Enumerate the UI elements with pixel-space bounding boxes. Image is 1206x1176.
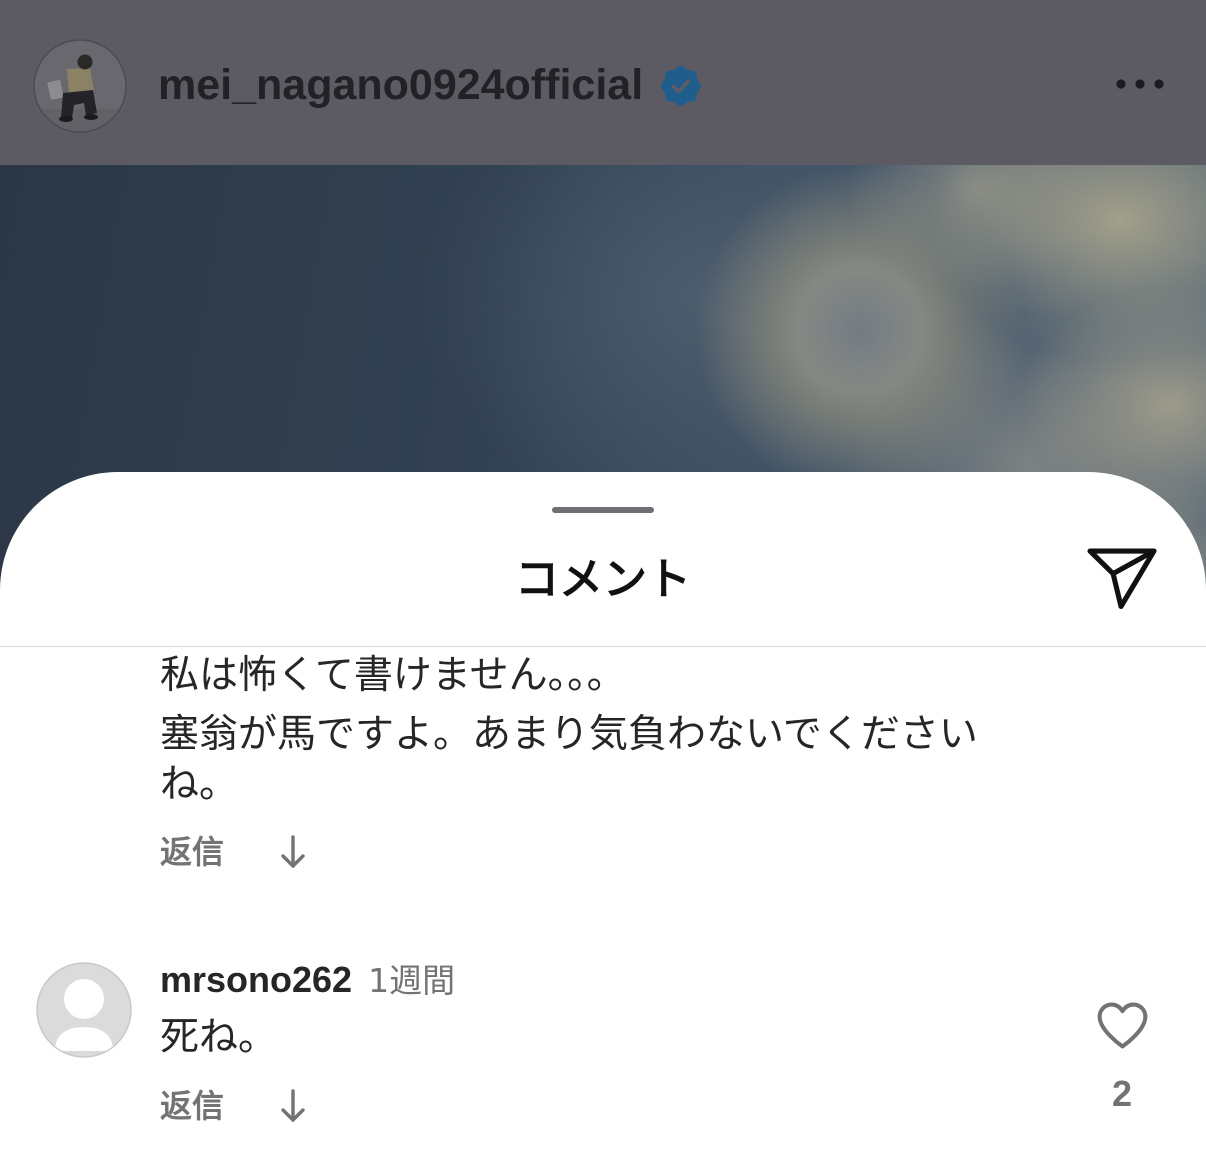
sheet-title: コメント bbox=[515, 554, 691, 605]
share-button[interactable] bbox=[1087, 548, 1157, 610]
comment-text-line: ね。 bbox=[160, 762, 239, 807]
verified-badge-icon bbox=[660, 65, 702, 107]
post-header: mei_nagano0924official bbox=[0, 0, 1206, 165]
comment: 私は怖くて書けません。。。 塞翁が馬ですよ。あまり気負わないでください ね。 返… bbox=[0, 650, 1206, 871]
comments-sheet: コメント 私は怖くて書けません。。。 塞翁が馬ですよ。あまり気負わないでください… bbox=[0, 472, 1206, 1176]
view-replies-button[interactable] bbox=[279, 834, 307, 870]
header-username[interactable]: mei_nagano0924official bbox=[158, 59, 643, 111]
arrow-down-icon bbox=[281, 1089, 305, 1122]
comment-meta: mrsono262 1週間 bbox=[160, 958, 455, 1002]
like-count[interactable]: 2 bbox=[1092, 1072, 1152, 1116]
reply-button[interactable]: 返信 bbox=[160, 830, 224, 874]
profile-avatar[interactable] bbox=[33, 39, 127, 133]
more-options-button[interactable] bbox=[1110, 70, 1170, 100]
send-icon bbox=[1087, 548, 1157, 610]
default-avatar-icon bbox=[36, 962, 132, 1058]
view-replies-button[interactable] bbox=[279, 1088, 307, 1124]
comment: mrsono262 1週間 死ね。 2 返信 bbox=[0, 958, 1206, 1158]
more-horizontal-icon bbox=[1116, 79, 1164, 89]
sheet-divider bbox=[0, 646, 1206, 647]
commenter-username[interactable]: mrsono262 bbox=[160, 958, 352, 1002]
sheet-drag-handle[interactable] bbox=[552, 507, 654, 513]
heart-icon bbox=[1097, 1002, 1148, 1049]
comment-text-line: 死ね。 bbox=[160, 1015, 278, 1060]
commenter-avatar[interactable] bbox=[36, 962, 132, 1058]
arrow-down-icon bbox=[281, 835, 305, 868]
comment-text-line: 塞翁が馬ですよ。あまり気負わないでください bbox=[160, 712, 978, 757]
comment-timestamp: 1週間 bbox=[368, 961, 456, 1000]
reply-button[interactable]: 返信 bbox=[160, 1084, 224, 1128]
like-button[interactable] bbox=[1097, 1002, 1148, 1049]
comment-text-line: 私は怖くて書けません。。。 bbox=[160, 653, 626, 698]
